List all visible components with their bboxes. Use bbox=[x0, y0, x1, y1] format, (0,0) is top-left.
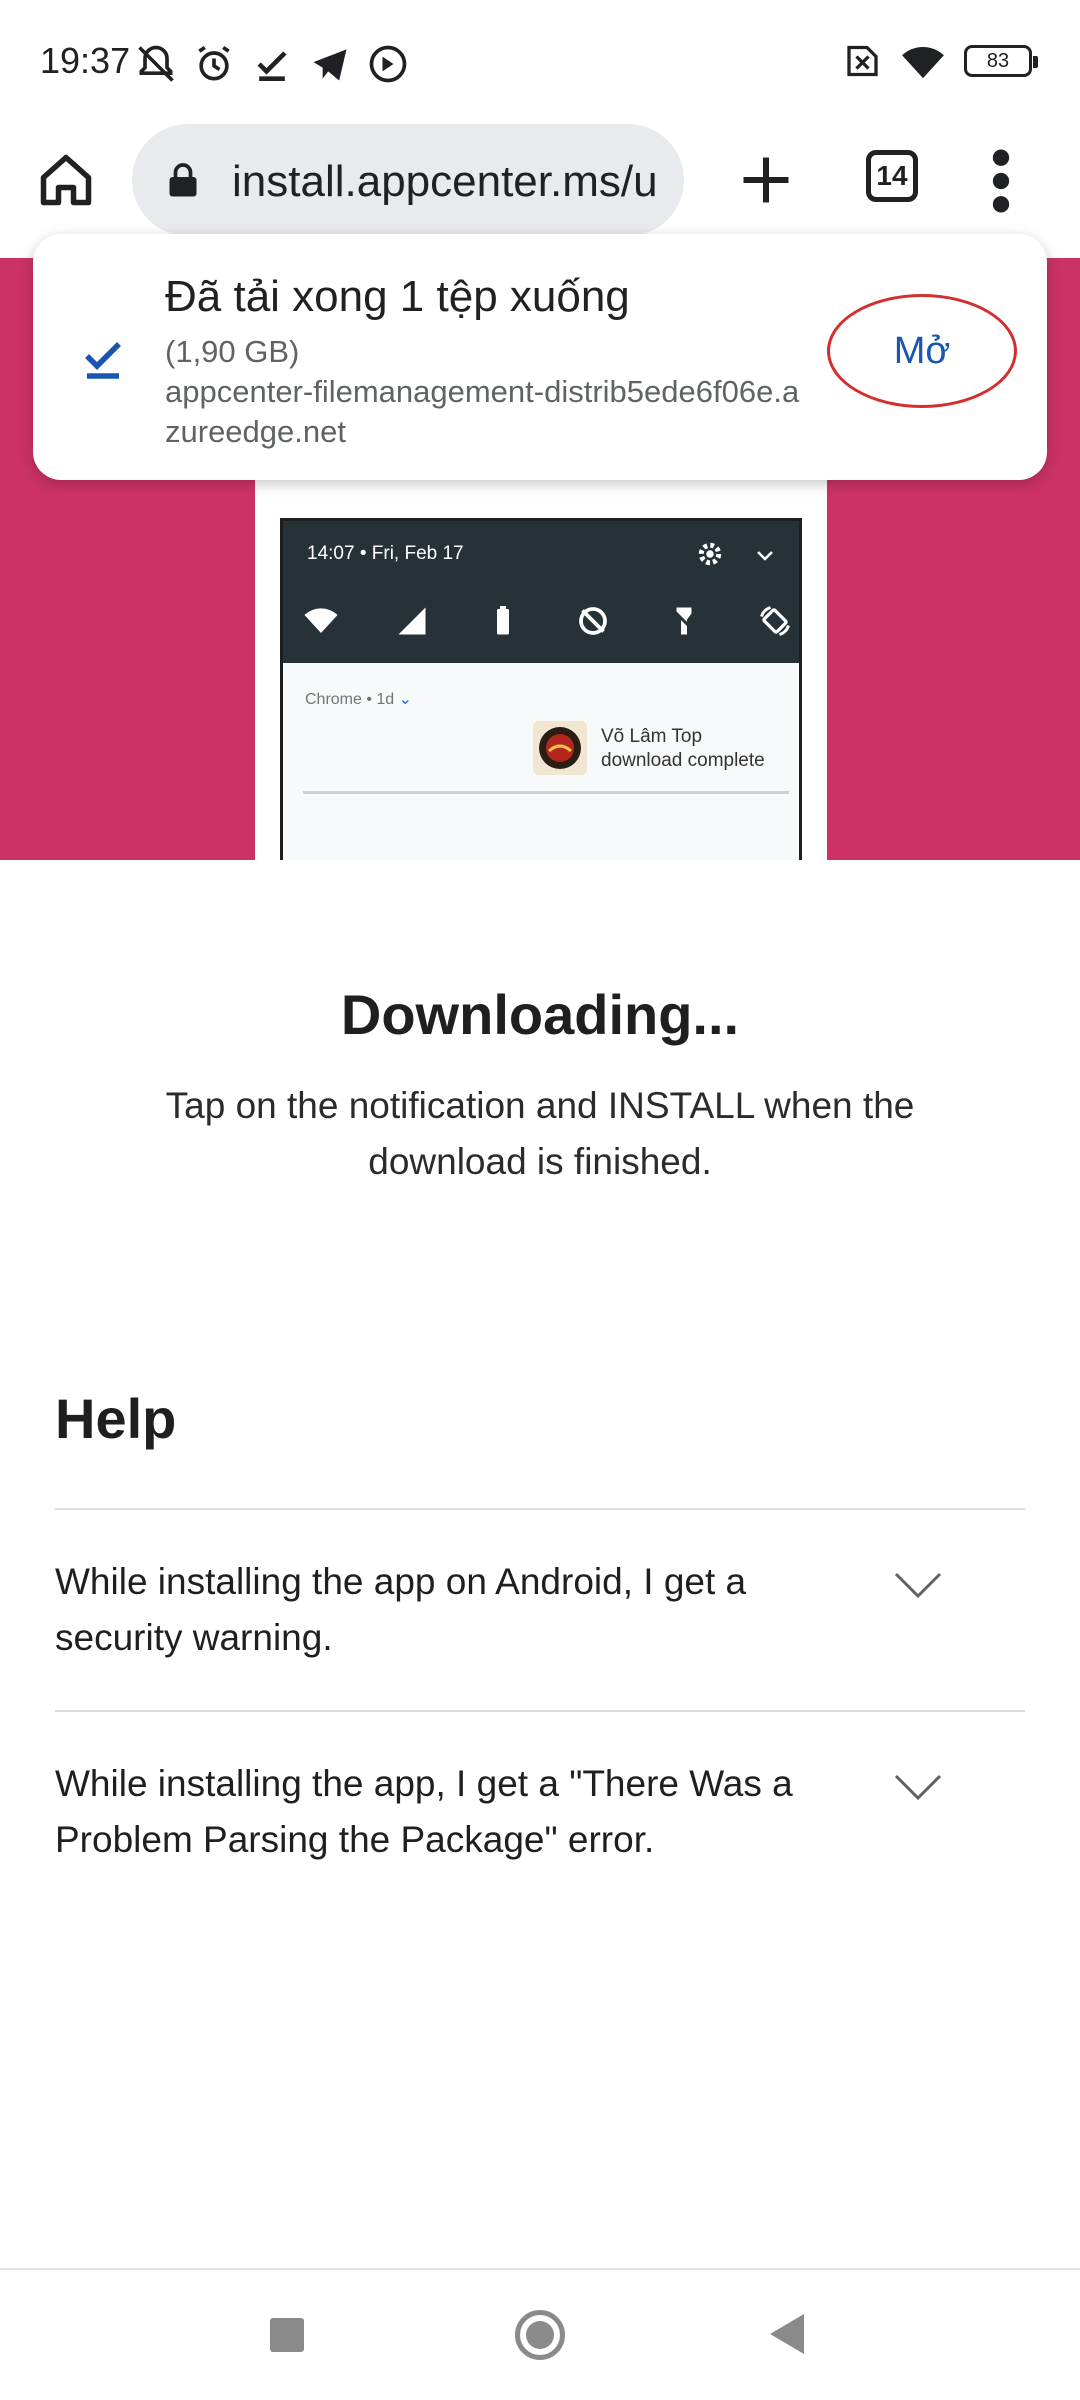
more-menu-icon[interactable] bbox=[986, 146, 1016, 216]
battery-indicator: 83 bbox=[964, 45, 1038, 77]
address-bar[interactable]: install.appcenter.ms/u bbox=[132, 124, 684, 236]
app-icon bbox=[533, 721, 587, 775]
game-logo-icon bbox=[539, 727, 581, 769]
battery-icon bbox=[496, 606, 509, 635]
help-title: Help bbox=[55, 1387, 177, 1450]
chevron-down-icon[interactable] bbox=[893, 1772, 943, 1802]
notification-divider bbox=[303, 791, 789, 794]
home-icon[interactable] bbox=[36, 150, 96, 210]
auto-rotate-icon bbox=[760, 606, 790, 636]
download-done-icon bbox=[85, 342, 121, 379]
system-navigation-bar bbox=[0, 2268, 1080, 2400]
gear-icon bbox=[698, 542, 722, 566]
new-tab-icon[interactable] bbox=[736, 150, 796, 210]
flashlight-icon bbox=[671, 607, 698, 635]
faq-question: While installing the app on Android, I g… bbox=[55, 1561, 747, 1658]
lock-icon bbox=[169, 163, 197, 197]
faq-item[interactable]: While installing the app on Android, I g… bbox=[55, 1554, 942, 1666]
notification-text: Võ Lâm Top download complete bbox=[601, 725, 765, 773]
faq-question: While installing the app, I get a "There… bbox=[55, 1763, 793, 1860]
install-instructions: Tap on the notification and INSTALL when… bbox=[165, 1085, 915, 1182]
status-bar: 19:37 83 bbox=[0, 0, 1080, 120]
muted-bell-icon bbox=[138, 45, 174, 82]
quick-settings-panel: 14:07 • Fri, Feb 17 bbox=[283, 521, 799, 663]
no-sim-icon bbox=[847, 45, 878, 77]
notification-meta: Chrome • 1d ⌄ bbox=[305, 689, 412, 709]
download-title: Đã tải xong 1 tệp xuống bbox=[165, 272, 630, 321]
download-size: (1,90 GB) bbox=[165, 334, 300, 369]
open-button[interactable]: Mở bbox=[827, 294, 1017, 408]
alarm-icon bbox=[198, 45, 230, 81]
notification-body: download complete bbox=[601, 750, 765, 771]
phone-screen-preview: 14:07 • Fri, Feb 17 Chrome • 1d ⌄ Võ Lâm… bbox=[280, 518, 802, 860]
system-icons: 83 bbox=[840, 42, 1038, 80]
download-source: appcenter-filemanagement-distrib5ede6f06… bbox=[165, 374, 800, 449]
notification-title: Võ Lâm Top bbox=[601, 726, 703, 747]
page-heading: Downloading... bbox=[340, 983, 740, 1046]
faq-item[interactable]: While installing the app, I get a "There… bbox=[55, 1756, 942, 1868]
divider bbox=[55, 1508, 1025, 1510]
wifi-icon bbox=[304, 608, 338, 633]
recents-button[interactable] bbox=[270, 2318, 304, 2352]
chevron-down-icon: ⌄ bbox=[398, 691, 413, 708]
home-button[interactable] bbox=[515, 2310, 565, 2360]
divider bbox=[55, 1710, 1025, 1712]
signal-icon bbox=[398, 607, 426, 635]
data-saver-icon bbox=[579, 607, 608, 635]
status-time: 19:37 bbox=[40, 40, 131, 81]
back-button[interactable] bbox=[770, 2314, 804, 2354]
data-saver-icon bbox=[369, 45, 407, 83]
chevron-down-icon[interactable] bbox=[893, 1570, 943, 1600]
url-text: install.appcenter.ms/u bbox=[232, 157, 658, 206]
chevron-down-icon bbox=[757, 551, 773, 561]
tab-switcher-button[interactable]: 14 bbox=[866, 150, 918, 202]
telegram-icon bbox=[313, 49, 347, 81]
notification-app: Chrome • 1d bbox=[305, 691, 395, 708]
preview-time: 14:07 • Fri, Feb 17 bbox=[307, 543, 464, 564]
quick-settings-toggles bbox=[303, 603, 793, 639]
download-complete-message: Đã tải xong 1 tệp xuống (1,90 GB) appcen… bbox=[33, 234, 1047, 480]
check-icon bbox=[257, 51, 287, 81]
notification-icons bbox=[134, 42, 410, 86]
wifi-icon bbox=[902, 46, 944, 79]
